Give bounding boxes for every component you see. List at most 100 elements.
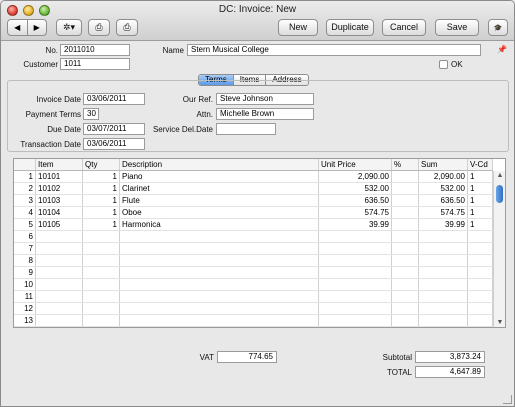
qty-cell[interactable]	[83, 279, 120, 290]
vat-code-cell[interactable]	[468, 315, 493, 326]
item-column-header[interactable]: Item	[36, 159, 83, 170]
sum-cell[interactable]	[419, 303, 468, 314]
item-cell[interactable]	[36, 315, 83, 326]
qty-cell[interactable]: 1	[83, 171, 120, 182]
item-cell[interactable]	[36, 267, 83, 278]
table-row[interactable]: 13	[14, 315, 493, 327]
item-cell[interactable]	[36, 243, 83, 254]
qty-cell[interactable]	[83, 303, 120, 314]
percent-cell[interactable]	[392, 279, 419, 290]
percent-cell[interactable]	[392, 171, 419, 182]
item-cell[interactable]: 10102	[36, 183, 83, 194]
percent-cell[interactable]	[392, 195, 419, 206]
qty-cell[interactable]	[83, 315, 120, 326]
unit-price-cell[interactable]: 574.75	[319, 207, 392, 218]
description-cell[interactable]	[120, 279, 319, 290]
unit-price-cell[interactable]	[319, 231, 392, 242]
unit-price-cell[interactable]	[319, 255, 392, 266]
item-cell[interactable]	[36, 279, 83, 290]
vat-code-cell[interactable]: 1	[468, 219, 493, 230]
sum-cell[interactable]	[419, 255, 468, 266]
unit-price-cell[interactable]	[319, 303, 392, 314]
help-button[interactable]: 🎓	[488, 19, 508, 36]
qty-cell[interactable]	[83, 267, 120, 278]
vat-code-column-header[interactable]: V-Cd	[468, 159, 493, 170]
vat-code-cell[interactable]: 1	[468, 183, 493, 194]
vat-code-cell[interactable]: 1	[468, 207, 493, 218]
ok-checkbox[interactable]	[439, 60, 448, 69]
new-button[interactable]: New	[278, 19, 318, 36]
attn-field[interactable]: Michelle Brown	[216, 108, 314, 120]
pin-icon[interactable]: 📌	[497, 45, 507, 54]
percent-cell[interactable]	[392, 243, 419, 254]
unit-price-cell[interactable]: 636.50	[319, 195, 392, 206]
print-button[interactable]: ⎙	[88, 19, 110, 36]
sum-cell[interactable]: 636.50	[419, 195, 468, 206]
payment-terms-field[interactable]: 30	[83, 108, 99, 120]
save-button[interactable]: Save	[435, 19, 479, 36]
customer-name-field[interactable]: Stern Musical College	[187, 44, 481, 56]
table-row[interactable]: 5 10105 1 Harmonica 39.99 39.99 1	[14, 219, 493, 231]
scroll-down-arrow-icon[interactable]: ▼	[495, 319, 505, 326]
grid-vertical-scrollbar[interactable]: ▲ ▼	[493, 171, 505, 327]
transaction-date-field[interactable]: 03/06/2011	[83, 138, 145, 150]
item-cell[interactable]: 10104	[36, 207, 83, 218]
grid-scroll-thumb[interactable]	[496, 185, 503, 203]
table-row[interactable]: 7	[14, 243, 493, 255]
table-row[interactable]: 9	[14, 267, 493, 279]
vat-code-cell[interactable]	[468, 243, 493, 254]
unit-price-cell[interactable]: 39.99	[319, 219, 392, 230]
vat-code-cell[interactable]: 1	[468, 171, 493, 182]
due-date-field[interactable]: 03/07/2011	[83, 123, 145, 135]
percent-cell[interactable]	[392, 267, 419, 278]
qty-column-header[interactable]: Qty	[83, 159, 120, 170]
qty-cell[interactable]	[83, 231, 120, 242]
table-row[interactable]: 12	[14, 303, 493, 315]
percent-column-header[interactable]: %	[392, 159, 419, 170]
qty-cell[interactable]: 1	[83, 207, 120, 218]
percent-cell[interactable]	[392, 207, 419, 218]
unit-price-cell[interactable]: 532.00	[319, 183, 392, 194]
percent-cell[interactable]	[392, 231, 419, 242]
percent-cell[interactable]	[392, 291, 419, 302]
sum-cell[interactable]	[419, 267, 468, 278]
item-cell[interactable]: 10101	[36, 171, 83, 182]
qty-cell[interactable]	[83, 255, 120, 266]
description-cell[interactable]: Flute	[120, 195, 319, 206]
description-cell[interactable]: Clarinet	[120, 183, 319, 194]
duplicate-button[interactable]: Duplicate	[326, 19, 374, 36]
sum-cell[interactable]	[419, 279, 468, 290]
invoice-number-field[interactable]: 2011010	[60, 44, 130, 56]
percent-cell[interactable]	[392, 183, 419, 194]
table-row[interactable]: 6	[14, 231, 493, 243]
description-cell[interactable]	[120, 255, 319, 266]
qty-cell[interactable]: 1	[83, 195, 120, 206]
previous-record-button[interactable]: ◀	[8, 20, 27, 35]
description-cell[interactable]: Oboe	[120, 207, 319, 218]
item-cell[interactable]	[36, 291, 83, 302]
description-column-header[interactable]: Description	[120, 159, 319, 170]
cancel-button[interactable]: Cancel	[382, 19, 426, 36]
sum-cell[interactable]: 2,090.00	[419, 171, 468, 182]
unit-price-cell[interactable]	[319, 267, 392, 278]
vat-code-cell[interactable]	[468, 267, 493, 278]
sum-cell[interactable]	[419, 231, 468, 242]
percent-cell[interactable]	[392, 255, 419, 266]
invoice-date-field[interactable]: 03/06/2011	[83, 93, 145, 105]
table-row[interactable]: 4 10104 1 Oboe 574.75 574.75 1	[14, 207, 493, 219]
percent-cell[interactable]	[392, 219, 419, 230]
table-row[interactable]: 1 10101 1 Piano 2,090.00 2,090.00 1	[14, 171, 493, 183]
sum-cell[interactable]: 39.99	[419, 219, 468, 230]
unit-price-cell[interactable]: 2,090.00	[319, 171, 392, 182]
resize-handle[interactable]	[503, 395, 512, 404]
qty-cell[interactable]	[83, 291, 120, 302]
qty-cell[interactable]: 1	[83, 183, 120, 194]
unit-price-cell[interactable]	[319, 291, 392, 302]
unit-price-cell[interactable]	[319, 315, 392, 326]
vat-code-cell[interactable]: 1	[468, 195, 493, 206]
description-cell[interactable]: Harmonica	[120, 219, 319, 230]
vat-code-cell[interactable]	[468, 279, 493, 290]
item-cell[interactable]	[36, 303, 83, 314]
percent-cell[interactable]	[392, 303, 419, 314]
table-row[interactable]: 8	[14, 255, 493, 267]
